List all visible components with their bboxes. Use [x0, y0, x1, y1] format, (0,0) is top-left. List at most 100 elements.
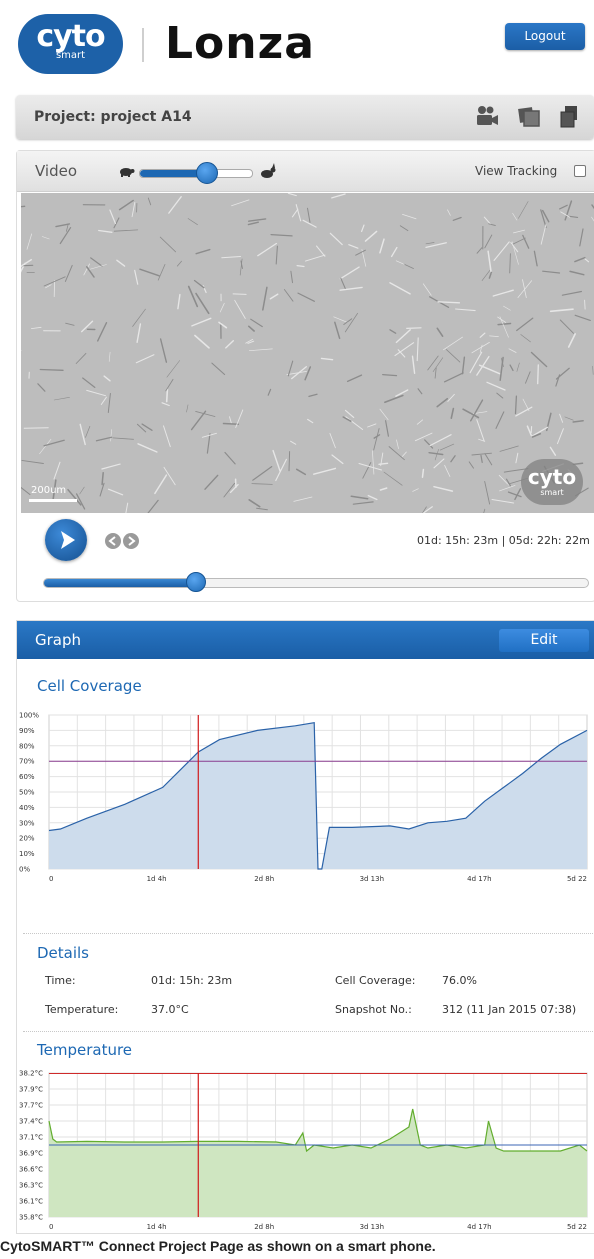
- x-tick-label: 2d 8h: [254, 1223, 274, 1231]
- cell-mark: [514, 395, 518, 415]
- y-tick-label: 40%: [19, 804, 35, 812]
- y-tick-label: 0%: [19, 866, 30, 874]
- y-tick-label: 37.9°C: [19, 1086, 43, 1094]
- cell-video-frame[interactable]: 200um cyto smart: [21, 193, 594, 513]
- previous-frame-button[interactable]: [105, 533, 121, 549]
- video-progress-slider[interactable]: [43, 578, 589, 588]
- cytosmart-watermark: cyto smart: [521, 459, 583, 505]
- detail-coverage-value: 76.0%: [442, 974, 477, 987]
- y-tick-label: 35.8°C: [19, 1214, 43, 1222]
- rabbit-fast-icon: [261, 163, 276, 178]
- temperature-chart: 35.8°C 36.1°C 36.3°C 36.6°C 36.9°C 37.1°C 37.4…: [19, 1070, 588, 1231]
- temperature-title: Temperature: [37, 1041, 133, 1059]
- watermark-text: cyto: [527, 465, 577, 489]
- scale-bar-label: 200um: [31, 485, 67, 496]
- video-panel-header: Video View Tracking: [17, 151, 594, 192]
- video-panel-title: Video: [35, 162, 78, 180]
- edit-graph-button[interactable]: Edit: [499, 629, 589, 652]
- detail-snapshot-value: 312 (11 Jan 2015 07:38): [442, 1003, 577, 1016]
- view-tracking-checkbox[interactable]: [574, 165, 586, 177]
- watermark-subtext: smart: [540, 488, 564, 497]
- logo-divider: [142, 28, 144, 62]
- x-tick-label: 0: [49, 1223, 53, 1231]
- chevron-right-icon: [128, 536, 136, 546]
- x-tick-label: 4d 17h: [467, 1223, 491, 1231]
- y-tick-label: 10%: [19, 850, 35, 858]
- play-icon: [61, 531, 75, 549]
- cell-mark: [39, 368, 64, 371]
- detail-time-label: Time:: [45, 974, 76, 987]
- project-title: Project: project A14: [34, 109, 192, 125]
- cell-mark: [406, 327, 422, 329]
- play-button[interactable]: [45, 519, 87, 561]
- y-tick-label: 36.9°C: [19, 1150, 43, 1158]
- chevron-left-icon: [108, 536, 116, 546]
- lonza-logo: Lonza: [165, 18, 315, 69]
- cell-coverage-title: Cell Coverage: [37, 677, 142, 695]
- detail-coverage-label: Cell Coverage:: [335, 974, 416, 987]
- detail-snapshot-label: Snapshot No.:: [335, 1003, 412, 1016]
- cell-microscopy-image: [21, 193, 594, 513]
- cell-mark: [537, 364, 539, 385]
- y-tick-label: 30%: [19, 819, 35, 827]
- cell-mark: [288, 451, 291, 472]
- x-tick-label: 3d 13h: [360, 1223, 384, 1231]
- gallery-icon[interactable]: [516, 103, 542, 129]
- cell-mark: [165, 388, 169, 403]
- scale-bar: [29, 499, 77, 502]
- x-tick-label: 0: [49, 875, 53, 883]
- x-tick-label: 5d 22: [567, 1223, 587, 1231]
- details-title: Details: [37, 944, 90, 962]
- video-camera-icon[interactable]: [474, 103, 500, 129]
- cell-mark: [222, 422, 240, 425]
- cytosmart-logo-text: cyto: [36, 19, 105, 54]
- x-tick-label: 1d 4h: [147, 875, 167, 883]
- cytosmart-logo-subtext: smart: [55, 50, 86, 61]
- view-tracking-label: View Tracking: [475, 164, 558, 178]
- app-header: cyto smart Lonza Logout: [0, 0, 594, 88]
- image-background: [21, 193, 594, 513]
- playback-speed-handle[interactable]: [196, 162, 219, 184]
- cell-coverage-chart: 0% 10% 20% 30% 40% 50% 60% 70% 80% 90% 100% 0 1d 4h 2…: [19, 712, 588, 883]
- video-progress-handle[interactable]: [186, 572, 207, 592]
- detail-time-value: 01d: 15h: 23m: [151, 974, 233, 987]
- y-tick-label: 20%: [19, 835, 35, 843]
- detail-temperature-label: Temperature:: [45, 1003, 119, 1016]
- detail-temperature-value: 37.0°C: [151, 1003, 189, 1016]
- x-tick-label: 3d 13h: [360, 875, 384, 883]
- video-time-readout: 01d: 15h: 23m | 05d: 22h: 22m: [417, 534, 590, 547]
- y-tick-label: 37.1°C: [19, 1134, 43, 1142]
- y-tick-label: 100%: [19, 712, 39, 720]
- x-tick-label: 4d 17h: [467, 875, 491, 883]
- x-tick-label: 1d 4h: [147, 1223, 167, 1231]
- cell-mark: [584, 299, 586, 310]
- next-frame-button[interactable]: [123, 533, 139, 549]
- y-tick-label: 38.2°C: [19, 1070, 43, 1078]
- x-tick-label: 2d 8h: [254, 875, 274, 883]
- y-tick-label: 36.3°C: [19, 1182, 43, 1190]
- y-tick-label: 60%: [19, 773, 35, 781]
- turtle-slow-icon: [120, 168, 135, 177]
- y-tick-label: 80%: [19, 742, 35, 750]
- cell-mark: [232, 293, 247, 295]
- y-tick-label: 37.4°C: [19, 1118, 43, 1126]
- x-tick-label: 5d 22: [567, 875, 587, 883]
- y-tick-label: 50%: [19, 789, 35, 797]
- video-panel: Video View Tracking 200um cyto smart 01d…: [16, 150, 594, 602]
- graph-panel-title: Graph: [35, 631, 82, 649]
- section-divider: [23, 933, 593, 934]
- cytosmart-logo: cyto smart: [18, 14, 123, 74]
- logout-button[interactable]: Logout: [505, 23, 585, 50]
- cell-mark: [378, 462, 389, 465]
- project-bar: Project: project A14: [16, 95, 594, 139]
- graph-panel: Graph Edit Cell Coverage 0% 10% 20% 30% 40% 5…: [16, 620, 594, 1234]
- export-icon[interactable]: [556, 103, 582, 129]
- y-tick-label: 70%: [19, 758, 35, 766]
- y-tick-label: 36.6°C: [19, 1166, 43, 1174]
- figure-caption: CytoSMART™ Connect Project Page as shown…: [0, 1238, 436, 1254]
- section-divider: [23, 1031, 593, 1032]
- cell-mark: [23, 427, 49, 429]
- cell-mark: [421, 468, 425, 478]
- video-progress-fill: [44, 579, 197, 587]
- y-tick-label: 90%: [19, 727, 35, 735]
